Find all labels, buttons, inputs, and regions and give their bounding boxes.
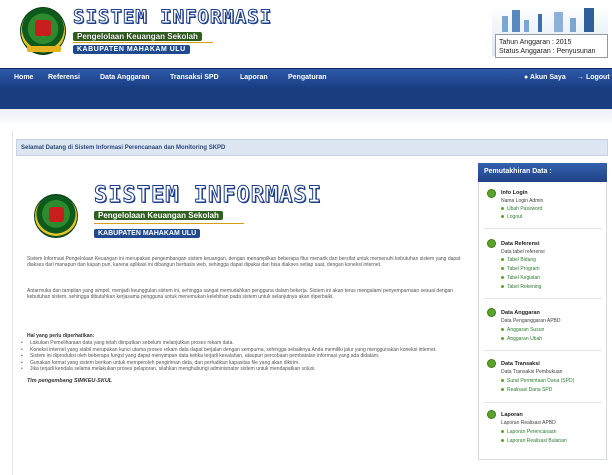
nav-logout-label: Logout: [585, 74, 610, 81]
section-divider: [484, 402, 602, 403]
nav-referensi[interactable]: Referensi: [48, 74, 80, 81]
link-laporan-perencanaan[interactable]: Laporan Perencanaan: [501, 429, 557, 435]
sidebar-section-desc: Nama Login Admin: [501, 198, 544, 204]
kabupaten-logo: [20, 7, 66, 55]
main-divider: [94, 223, 244, 224]
data-anggaran-icon: [487, 308, 496, 317]
site-header: SISTEM INFORMASI Pengelolaan Keuangan Se…: [0, 0, 612, 68]
link-realisasi-dana-spd[interactable]: Realisasi Dana SPD: [501, 387, 552, 393]
link-logout[interactable]: Logout: [501, 214, 522, 220]
info-login-icon: [487, 189, 496, 198]
section-divider: [484, 298, 602, 299]
list-item: Jika terjadi kendala selama melakukan pr…: [21, 366, 472, 373]
budget-info-box: Tahun Anggaran : 2015 Status Anggaran : …: [495, 34, 608, 58]
nav-laporan[interactable]: Laporan: [240, 74, 268, 81]
logo-ribbon: [27, 46, 61, 52]
link-tabel-program[interactable]: Tabel Program: [501, 266, 540, 272]
sidebar-section-title: Laporan: [501, 412, 523, 418]
link-ubah-password[interactable]: Ubah Password: [501, 206, 542, 212]
nav-data-anggaran[interactable]: Data Anggaran: [100, 74, 150, 81]
link-spd[interactable]: Surat Permintaan Dana (SPD): [501, 378, 574, 384]
skyline-building: [524, 20, 529, 32]
nav-account[interactable]: ● Akun Saya: [524, 74, 566, 81]
skyline-building: [538, 14, 542, 32]
brand-title: SISTEM INFORMASI: [72, 6, 273, 29]
skyline-building: [570, 18, 576, 32]
sidebar-section-title: Data Referensi: [501, 241, 540, 247]
logo-shield-icon: [35, 20, 51, 36]
welcome-bar: Selamat Datang di Sistem Informasi Peren…: [16, 139, 608, 156]
logo-shield-icon: [49, 207, 64, 222]
brand-kabupaten: KABUPATEN MAHAKAM ULU: [73, 45, 190, 54]
main-kabupaten: KABUPATEN MAHAKAM ULU: [94, 229, 201, 238]
logout-arrow-icon: →: [577, 74, 584, 81]
nav-transaksi-spd[interactable]: Transaksi SPD: [170, 74, 219, 81]
skyline-building: [584, 8, 594, 32]
sidebar-section-title: Data Anggaran: [501, 310, 540, 316]
brand-subtitle: Pengelolaan Keuangan Sekolah: [73, 32, 202, 41]
sidebar-section-desc: Data Transaksi Pembukuan: [501, 369, 563, 375]
sidebar-section-desc: Data tabel referensi: [501, 249, 545, 255]
sidebar-section-title: Data Transaksi: [501, 361, 540, 367]
main-navbar: Home Referensi Data Anggaran Transaksi S…: [0, 68, 612, 87]
main-logo: [34, 194, 78, 238]
data-transaksi-icon: [487, 359, 496, 368]
main-title: SISTEM INFORMASI: [94, 183, 322, 209]
skyline-building: [512, 10, 520, 32]
skyline-building: [554, 12, 563, 32]
sidebar-panel: [478, 163, 607, 460]
laporan-icon: [487, 410, 496, 419]
nav-shadow: [0, 109, 612, 126]
sidebar-section-desc: Data Penganggaran APBD: [501, 318, 561, 324]
section-divider: [484, 350, 602, 351]
notes-list: Lakukan Pemeliharaan data yang telah dii…: [21, 340, 472, 373]
tahun-anggaran: Tahun Anggaran : 2015: [499, 39, 572, 46]
nav-logout[interactable]: → Logout: [577, 74, 610, 81]
nav-pengaturan[interactable]: Pengaturan: [288, 74, 327, 81]
link-anggaran-ubah[interactable]: Anggaran Ubah: [501, 336, 542, 342]
developer-signoff: Tim pengembang SIMKEU-SKUL: [27, 378, 113, 384]
nav-band: [0, 87, 612, 109]
status-anggaran: Status Anggaran : Penyusunan: [499, 48, 596, 55]
sidebar-section-desc: Laporan Realisasi APBD: [501, 420, 556, 426]
link-tabel-kegiatan[interactable]: Tabel Kegiatan: [501, 275, 540, 281]
intro-paragraph: Sistem Informasi Pengelolaan Keuangan in…: [27, 256, 461, 269]
skyline-building: [502, 16, 508, 32]
link-tabel-rekening[interactable]: Tabel Rekening: [501, 284, 541, 290]
nav-home[interactable]: Home: [14, 74, 33, 81]
notes-heading: Hal yang perlu diperhatikan:: [27, 333, 95, 339]
link-tabel-bidang[interactable]: Tabel Bidang: [501, 257, 536, 263]
link-laporan-realisasi-bulanan[interactable]: Laporan Realisasi Bulanan: [501, 438, 567, 444]
main-subtitle: Pengelolaan Keuangan Sekolah: [94, 211, 223, 220]
nav-account-label: Akun Saya: [529, 74, 566, 81]
feature-paragraph: Antarmuka dan tampilan yang simpel, menj…: [27, 288, 454, 301]
sidebar-section-title: Info Login: [501, 190, 528, 196]
section-divider: [484, 228, 602, 229]
data-referensi-icon: [487, 239, 496, 248]
sidebar-header: Pemutakhiran Data :: [478, 163, 607, 182]
user-icon: ●: [524, 74, 529, 81]
brand-divider: [73, 42, 213, 43]
link-anggaran-susun[interactable]: Anggaran Susun: [501, 327, 544, 333]
